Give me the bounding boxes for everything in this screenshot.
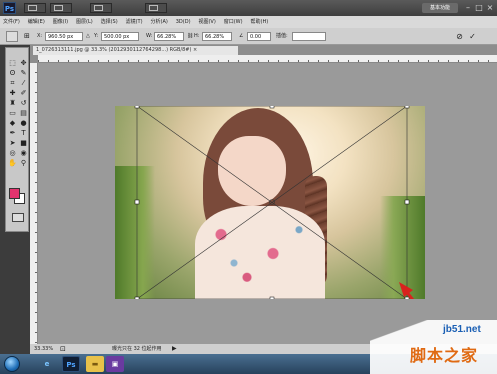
watermark: jb51.net 脚本之家 xyxy=(360,320,497,374)
eraser-tool-icon[interactable]: ▭ xyxy=(7,108,18,118)
type-tool-icon[interactable]: T xyxy=(18,128,29,138)
vertical-ruler[interactable] xyxy=(30,63,38,344)
arrange-docs-button[interactable] xyxy=(90,3,112,13)
menu-help[interactable]: 帮助(H) xyxy=(248,16,272,28)
minibridge-icon xyxy=(54,5,63,11)
menu-layer[interactable]: 图层(L) xyxy=(73,16,96,28)
rotate-icon: ∠ xyxy=(239,33,244,39)
status-menu-icon[interactable]: ⊡ xyxy=(60,344,66,354)
lasso-tool-icon[interactable]: ʘ xyxy=(7,68,18,78)
status-info: 曝光只在 32 位起作用 xyxy=(112,346,162,352)
options-bar: ⊞ X: 960.50 px △ Y: 500.00 px W: 66.28% … xyxy=(0,28,497,45)
document-tab[interactable]: 1_0726313111.jpg @ 33.3% (20129301127642… xyxy=(33,46,238,55)
menu-3d[interactable]: 3D(D) xyxy=(173,16,194,28)
bridge-icon xyxy=(28,5,37,11)
title-bar: Ps 基本功能 – □ × xyxy=(0,0,497,16)
photoshop-taskbar-item[interactable]: Ps xyxy=(62,356,80,372)
stamp-tool-icon[interactable]: ♜ xyxy=(7,98,18,108)
free-transform-box[interactable] xyxy=(115,106,425,299)
eyedropper-tool-icon[interactable]: ⁄ xyxy=(18,78,29,88)
chain-icon[interactable]: ⛓ xyxy=(187,31,193,42)
quick-mask-icon[interactable] xyxy=(12,213,24,222)
handle-middle-left[interactable] xyxy=(134,199,140,205)
app-icon[interactable]: ▣ xyxy=(106,356,124,372)
menu-file[interactable]: 文件(F) xyxy=(0,16,23,28)
dodge-tool-icon[interactable]: ● xyxy=(18,118,29,128)
h-field[interactable]: 66.28% xyxy=(202,32,232,41)
handle-bottom-right[interactable] xyxy=(404,296,410,299)
handle-top-left[interactable] xyxy=(134,106,140,109)
menu-select[interactable]: 选择(S) xyxy=(98,16,121,28)
interpolation-label: 插值: xyxy=(276,33,288,39)
watermark-url: jb51.net xyxy=(443,324,481,335)
path-select-tool-icon[interactable]: ➤ xyxy=(7,138,18,148)
menu-window[interactable]: 窗口(W) xyxy=(221,16,246,28)
menu-image[interactable]: 图像(I) xyxy=(50,16,71,28)
handle-top-center[interactable] xyxy=(269,106,275,109)
foreground-color-swatch[interactable] xyxy=(9,188,20,199)
crop-tool-icon[interactable]: ⌗ xyxy=(7,78,18,88)
interpolation-select[interactable] xyxy=(292,32,326,41)
3d-rotate-tool-icon[interactable]: ◎ xyxy=(7,148,18,158)
watermark-text: 脚本之家 xyxy=(410,346,479,365)
minimize-icon[interactable]: – xyxy=(463,2,473,14)
h-label: H: xyxy=(194,33,200,39)
menu-analysis[interactable]: 分析(A) xyxy=(148,16,171,28)
document-window: 1_0726313111.jpg @ 33.3% (20129301127642… xyxy=(30,45,497,354)
workspace-switcher[interactable]: 基本功能 xyxy=(422,3,458,13)
w-field[interactable]: 66.28% xyxy=(154,32,184,41)
annotation-arrow xyxy=(399,282,415,299)
shape-tool-icon[interactable]: ■ xyxy=(18,138,29,148)
zoom-level[interactable]: 33.33% xyxy=(34,344,53,354)
canvas-area[interactable] xyxy=(38,63,497,344)
zoom-tool-icon[interactable]: ⚲ xyxy=(18,158,29,168)
handle-bottom-center[interactable] xyxy=(269,296,275,299)
angle-field[interactable]: 0.00 xyxy=(247,32,271,41)
marquee-tool-icon[interactable]: ⬚ xyxy=(7,58,18,68)
folder-icon[interactable]: ▬ xyxy=(86,356,104,372)
start-button[interactable] xyxy=(4,356,20,372)
cancel-transform-icon[interactable]: ⊘ xyxy=(455,32,464,41)
horizontal-ruler[interactable] xyxy=(38,55,497,63)
link-icon[interactable]: △ xyxy=(86,31,90,42)
arrange-icon xyxy=(94,5,103,11)
quick-select-tool-icon[interactable]: ✎ xyxy=(18,68,29,78)
tool-preset-picker[interactable] xyxy=(6,31,18,42)
menu-view[interactable]: 视图(V) xyxy=(195,16,218,28)
menu-edit[interactable]: 编辑(E) xyxy=(25,16,48,28)
commit-transform-icon[interactable]: ✓ xyxy=(468,32,477,41)
blur-tool-icon[interactable]: ◆ xyxy=(7,118,18,128)
w-label: W: xyxy=(146,33,153,39)
y-label: Y: xyxy=(94,33,99,39)
minibridge-button[interactable] xyxy=(50,3,72,13)
y-field[interactable]: 500.00 px xyxy=(101,32,139,41)
healing-tool-icon[interactable]: ✚ xyxy=(7,88,18,98)
bridge-button[interactable] xyxy=(24,3,46,13)
close-icon[interactable]: × xyxy=(485,2,495,14)
pen-tool-icon[interactable]: ✒ xyxy=(7,128,18,138)
brush-tool-icon[interactable]: ✐ xyxy=(18,88,29,98)
menu-bar: 文件(F) 编辑(E) 图像(I) 图层(L) 选择(S) 滤镜(T) 分析(A… xyxy=(0,16,497,28)
handle-bottom-left[interactable] xyxy=(134,296,140,299)
tools-panel: ⬚ ✥ ʘ ✎ ⌗ ⁄ ✚ ✐ ♜ ↺ ▭ ▤ ◆ ● ✒ T ➤ ■ ◎ ◉ ✋ ⚲ xyxy=(5,47,29,232)
tool-grid: ⬚ ✥ ʘ ✎ ⌗ ⁄ ✚ ✐ ♜ ↺ ▭ ▤ ◆ ● ✒ T ➤ ■ ◎ ◉ ✋ ⚲ xyxy=(7,58,29,168)
3d-orbit-tool-icon[interactable]: ◉ xyxy=(18,148,29,158)
hand-tool-icon[interactable]: ✋ xyxy=(7,158,18,168)
transform-pivot[interactable] xyxy=(269,199,275,205)
status-arrow-icon[interactable]: ▶ xyxy=(172,344,177,354)
gradient-tool-icon[interactable]: ▤ xyxy=(18,108,29,118)
move-tool-icon[interactable]: ✥ xyxy=(18,58,29,68)
handle-top-right[interactable] xyxy=(404,106,410,109)
menu-filter[interactable]: 滤镜(T) xyxy=(123,16,146,28)
maximize-icon[interactable]: □ xyxy=(474,2,484,14)
history-brush-icon[interactable]: ↺ xyxy=(18,98,29,108)
x-field[interactable]: 960.50 px xyxy=(45,32,83,41)
screen-mode-button[interactable] xyxy=(145,3,167,13)
reference-point-icon[interactable]: ⊞ xyxy=(24,31,34,42)
screen-mode-icon xyxy=(149,5,158,11)
handle-middle-right[interactable] xyxy=(404,199,410,205)
x-label: X: xyxy=(37,33,43,39)
app-logo: Ps xyxy=(3,2,16,14)
ie-icon[interactable]: e xyxy=(38,356,56,372)
